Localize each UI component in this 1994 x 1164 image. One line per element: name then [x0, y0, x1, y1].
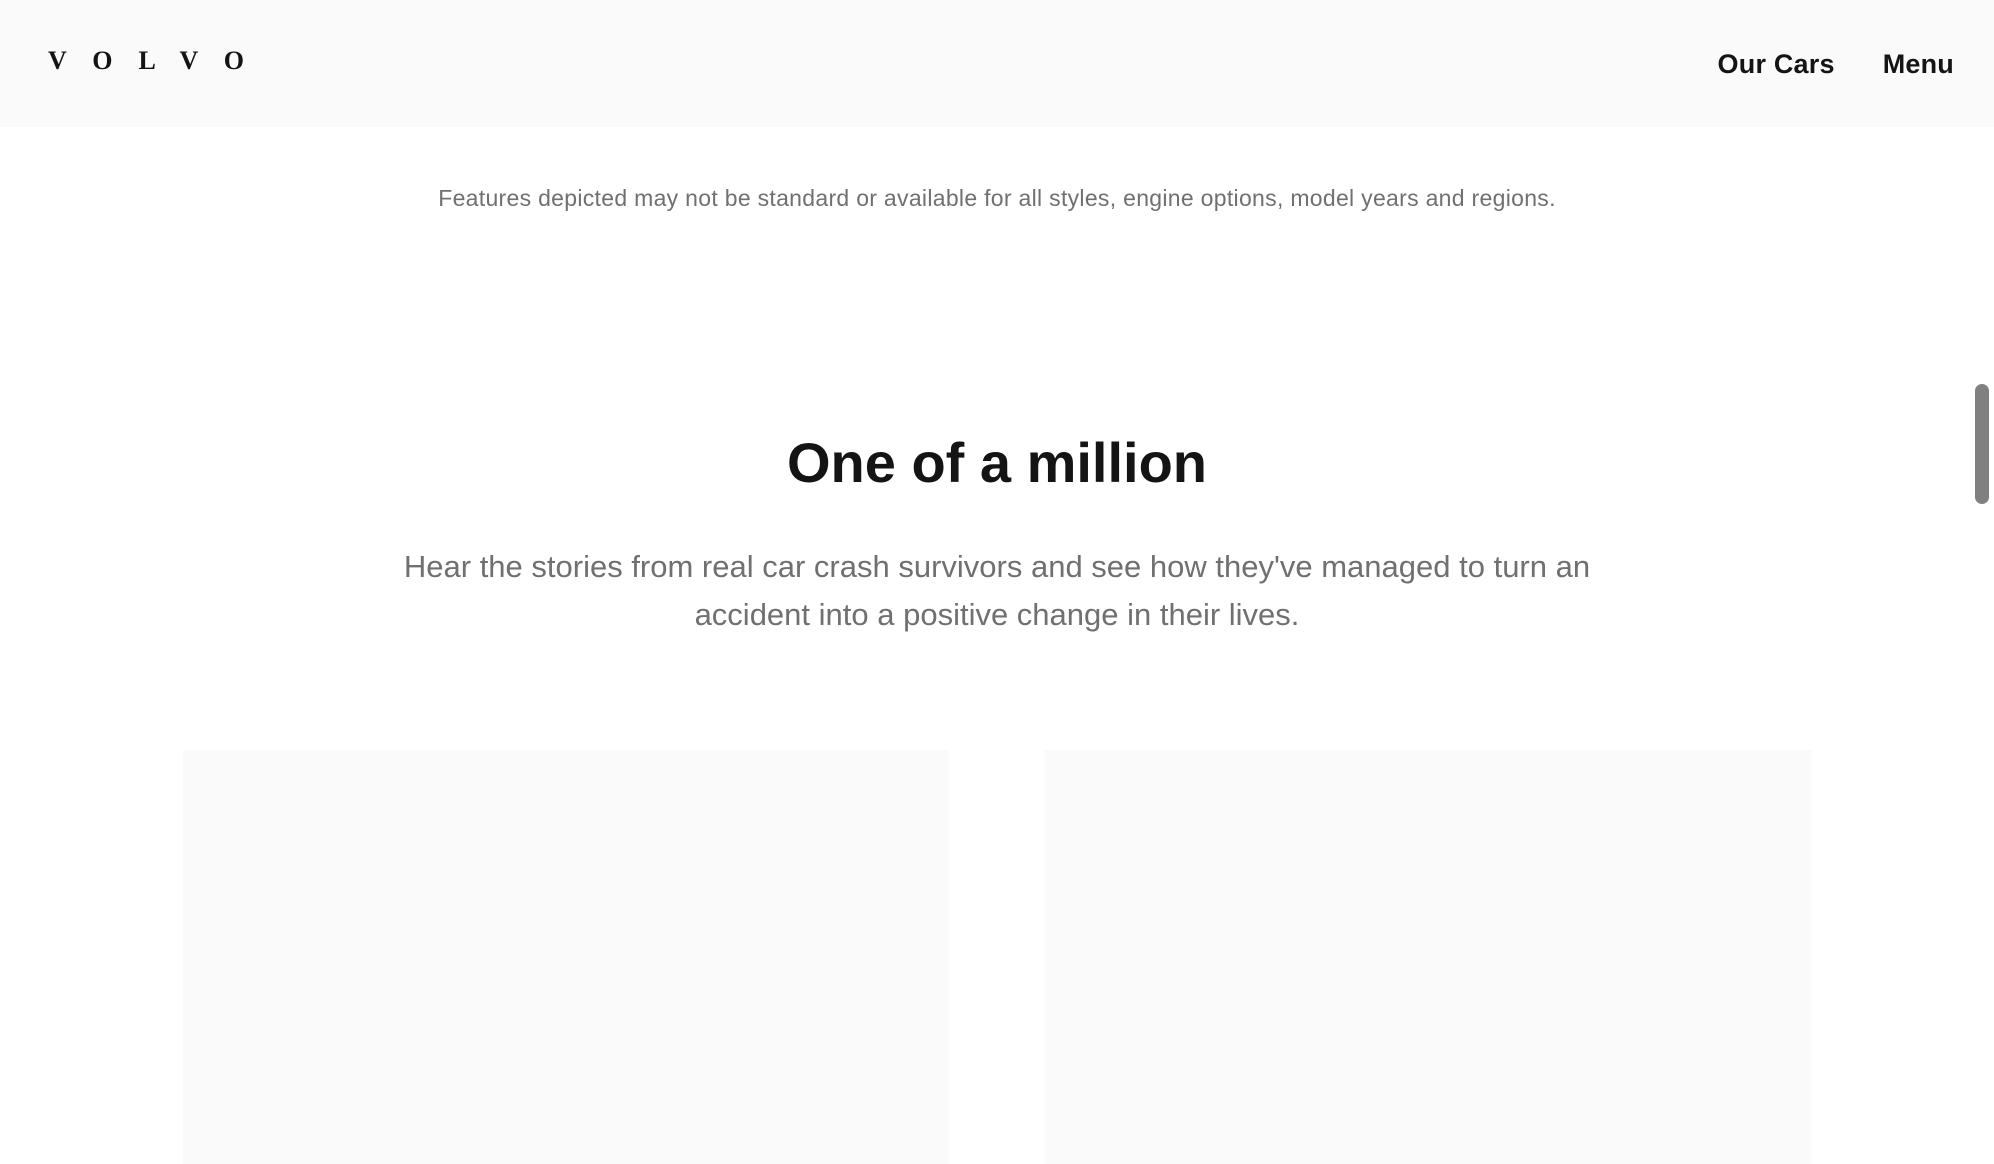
volvo-logo[interactable]: VOLVO — [48, 48, 244, 74]
features-disclaimer: Features depicted may not be standard or… — [438, 185, 1556, 211]
section-title: One of a million — [786, 431, 1208, 494]
svg-text:VOLVO: VOLVO — [48, 48, 244, 74]
menu-button[interactable]: Menu — [1883, 44, 1954, 84]
main-nav: Our Cars Menu — [1718, 44, 1954, 84]
scrollbar-thumb[interactable] — [1975, 384, 1989, 504]
our-cars-link[interactable]: Our Cars — [1718, 44, 1835, 84]
volvo-wordmark-icon: VOLVO — [48, 48, 244, 74]
section-intro: Hear the stories from real car crash sur… — [403, 549, 1591, 632]
page: VOLVO Our Cars Menu Features depicted ma… — [0, 0, 1994, 1164]
story-card-left[interactable] — [183, 750, 949, 1164]
story-card-right[interactable] — [1045, 750, 1811, 1164]
site-header: VOLVO Our Cars Menu — [0, 0, 1994, 127]
